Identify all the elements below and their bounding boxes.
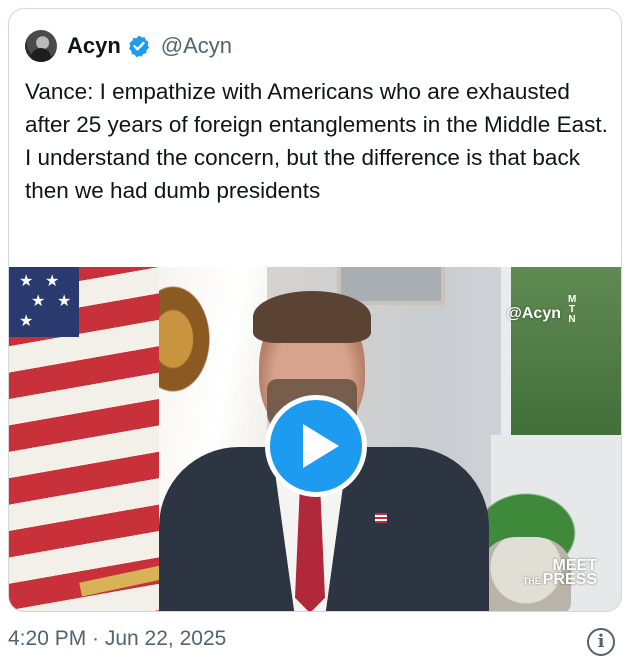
network-logo: MTN [565, 295, 579, 325]
tweet-card[interactable]: Acyn @Acyn Vance: I empathize with Ameri… [8, 8, 622, 612]
tweet-timestamp[interactable]: 4:20 PM · Jun 22, 2025 [8, 627, 226, 651]
video-flag-canton: ★ ★ ★ ★ ★ [9, 267, 79, 337]
author-handle[interactable]: @Acyn [161, 33, 232, 59]
flag-star-icon: ★ [19, 313, 34, 330]
flag-star-icon: ★ [19, 273, 34, 290]
flag-star-icon: ★ [57, 293, 72, 310]
video-person-hair [253, 291, 371, 343]
avatar[interactable] [25, 30, 57, 62]
video-watermark: @Acyn [506, 305, 561, 322]
show-logo: MEET THE PRESS [522, 558, 597, 588]
flag-star-icon: ★ [31, 293, 46, 310]
author-name[interactable]: Acyn [67, 33, 121, 59]
video-player[interactable]: ★ ★ ★ ★ ★ @Acyn MTN MEET THE PRESS [9, 267, 621, 611]
video-window [501, 267, 621, 457]
tweet-text: Vance: I empathize with Americans who ar… [25, 79, 608, 203]
network-logo-text: MTN [568, 294, 577, 325]
show-logo-small: THE [522, 576, 541, 586]
tweet-header: Acyn @Acyn [25, 29, 232, 63]
play-icon [303, 424, 339, 468]
info-icon[interactable]: i [587, 628, 615, 656]
show-logo-bottom: PRESS [542, 571, 597, 588]
play-button[interactable] [265, 395, 367, 497]
flag-pin-icon [375, 513, 387, 523]
verified-badge-icon [128, 35, 149, 58]
flag-star-icon: ★ [45, 273, 60, 290]
